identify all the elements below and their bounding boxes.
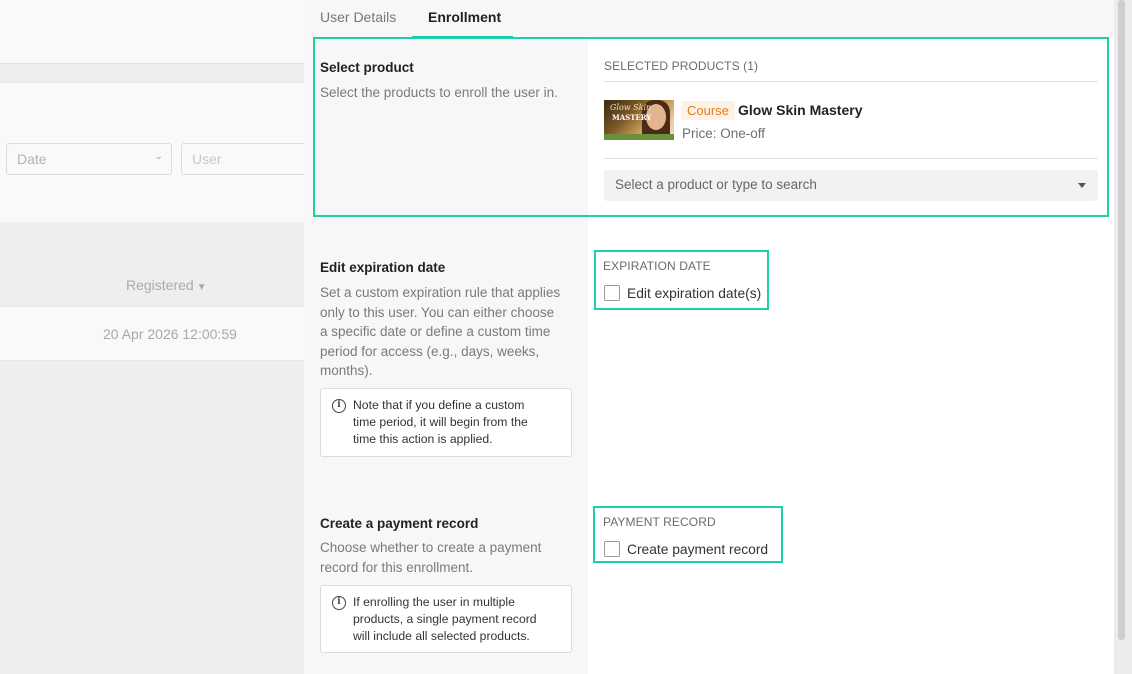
expiration-description: Set a custom expiration rule that applie… [320,285,561,378]
divider [604,158,1098,159]
payment-record-label: PAYMENT RECORD [603,515,716,529]
thumbnail-text-line1: Glow Skin [610,103,652,112]
background-header-band [0,0,304,64]
background-page: Date ⌄ User Registered ▼ 20 Apr 2026 12:0… [0,0,321,674]
select-product-title: Select product [320,60,414,75]
product-search-placeholder: Select a product or type to search [615,177,817,192]
tab-user-details[interactable]: User Details [320,9,396,25]
chevron-down-icon: ⌄ [154,151,163,162]
divider [604,81,1098,82]
user-filter-placeholder: User [192,151,222,167]
thumbnail-text-line2: MASTERY [612,113,652,122]
tab-enrollment[interactable]: Enrollment [428,9,501,25]
create-payment-checkbox-row[interactable]: Create payment record [604,541,768,557]
panel-tabs: User Details Enrollment [304,0,1114,38]
payment-title: Create a payment record [320,516,479,531]
select-product-description: Select the products to enroll the user i… [320,85,558,100]
edit-expiration-checkbox[interactable] [604,285,620,301]
panel-scrollbar-thumb[interactable] [1118,0,1125,640]
info-icon: i [332,399,346,413]
registered-column-label: Registered [126,277,194,293]
product-type-badge: Course [681,101,735,120]
create-payment-checkbox[interactable] [604,541,620,557]
product-price: Price: One-off [682,126,766,141]
active-tab-indicator [412,36,513,38]
product-search-select[interactable]: Select a product or type to search [604,170,1098,201]
product-name: Glow Skin Mastery [738,102,863,118]
edit-expiration-checkbox-row[interactable]: Edit expiration date(s) [604,285,761,301]
registered-column-header[interactable]: Registered ▼ [126,277,207,293]
payment-note: i If enrolling the user in multiple prod… [320,585,572,653]
payment-description: Choose whether to create a payment recor… [320,540,542,575]
product-thumbnail: Glow Skin MASTERY [604,100,674,140]
registered-date-cell: 20 Apr 2026 12:00:59 [103,326,237,342]
expiration-date-label: EXPIRATION DATE [603,259,711,273]
selected-products-label: SELECTED PRODUCTS (1) [604,59,759,73]
expiration-note: i Note that if you define a custom time … [320,388,572,457]
user-filter-input[interactable]: User [181,143,321,175]
caret-down-icon [1078,183,1086,188]
info-icon: i [332,596,346,610]
edit-expiration-label[interactable]: Edit expiration date(s) [627,286,761,301]
sort-desc-icon: ▼ [196,282,207,293]
date-filter-value: Date [17,151,47,167]
date-filter-select[interactable]: Date ⌄ [6,143,172,175]
expiration-title: Edit expiration date [320,260,446,275]
create-payment-label[interactable]: Create payment record [627,542,768,557]
enrollment-panel: User Details Enrollment Select product S… [304,0,1114,674]
